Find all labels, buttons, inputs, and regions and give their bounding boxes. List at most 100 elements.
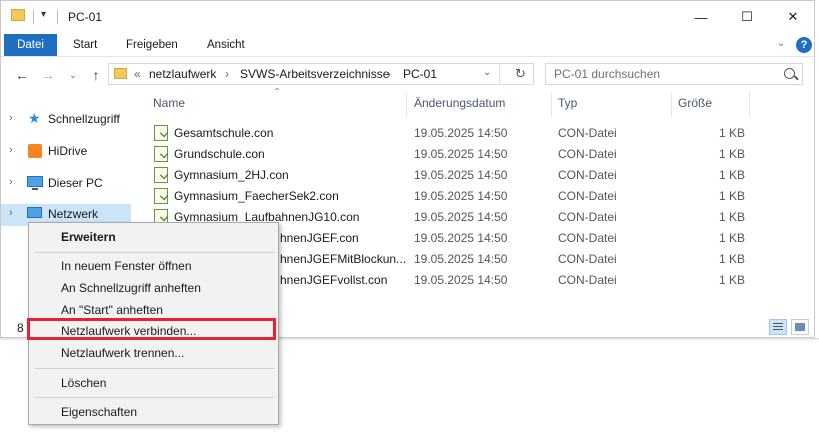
column-divider[interactable] xyxy=(749,93,750,117)
forward-arrow-icon[interactable]: → xyxy=(38,65,58,85)
file-size: 1 KB xyxy=(719,252,746,266)
breadcrumb-netzlaufwerk[interactable]: netzlaufwerk xyxy=(149,67,216,81)
computer-icon xyxy=(27,176,43,187)
column-header-date[interactable]: Änderungsdatum xyxy=(414,96,505,116)
file-size: 1 KB xyxy=(719,231,746,245)
con-file-icon xyxy=(154,167,168,183)
file-date: 19.05.2025 14:50 xyxy=(414,231,508,245)
large-icons-glyph xyxy=(795,323,805,331)
recent-locations-chevron-icon[interactable]: ⌄ xyxy=(63,65,83,85)
file-name: hnenJGEFvollst.con xyxy=(280,273,388,287)
file-size: 1 KB xyxy=(719,147,746,161)
file-name: Gymnasium_2HJ.con xyxy=(174,168,289,182)
column-header-type[interactable]: Typ xyxy=(558,96,577,116)
file-type: CON-Datei xyxy=(558,189,617,203)
expand-chevron-icon[interactable]: › xyxy=(9,207,13,219)
menu-separator xyxy=(35,368,274,369)
minimize-button[interactable]: — xyxy=(678,1,724,33)
divider xyxy=(57,10,58,24)
window-title: PC-01 xyxy=(68,10,103,24)
file-row[interactable]: Grundschule.con 19.05.2025 14:50 CON-Dat… xyxy=(149,144,749,165)
tab-freigeben[interactable]: Freigeben xyxy=(114,34,190,56)
back-arrow-icon[interactable]: ← xyxy=(12,65,32,85)
tab-ansicht[interactable]: Ansicht xyxy=(195,34,257,56)
menu-item-in-neuem-fenster[interactable]: In neuem Fenster öffnen xyxy=(61,259,192,273)
file-size: 1 KB xyxy=(719,210,746,224)
search-input[interactable]: PC-01 durchsuchen xyxy=(545,63,803,85)
hidrive-icon xyxy=(28,144,42,158)
menu-item-loeschen[interactable]: Löschen xyxy=(61,376,106,390)
file-size: 1 KB xyxy=(719,168,746,182)
menu-separator xyxy=(35,252,274,253)
file-name: hnenJGEF.con xyxy=(280,231,359,245)
ribbon-expand-chevron-icon[interactable]: ⌄ xyxy=(777,38,785,49)
close-button[interactable]: ✕ xyxy=(770,1,816,33)
file-row[interactable]: Gymnasium_2HJ.con 19.05.2025 14:50 CON-D… xyxy=(149,165,749,186)
file-date: 19.05.2025 14:50 xyxy=(414,210,508,224)
help-button[interactable]: ? xyxy=(796,37,812,53)
expand-chevron-icon[interactable]: › xyxy=(9,176,13,188)
expand-chevron-icon[interactable]: › xyxy=(9,112,13,124)
file-type: CON-Datei xyxy=(558,210,617,224)
network-icon xyxy=(27,207,42,218)
file-date: 19.05.2025 14:50 xyxy=(414,273,508,287)
address-dropdown-icon[interactable]: ⌄ xyxy=(483,67,491,78)
details-view-icon[interactable] xyxy=(769,319,787,335)
breadcrumb-separator[interactable]: › xyxy=(387,67,391,81)
item-count: 8 xyxy=(17,321,24,335)
menu-item-schnellzugriff-anheften[interactable]: An Schnellzugriff anheften xyxy=(61,281,201,295)
file-row[interactable]: Gesamtschule.con 19.05.2025 14:50 CON-Da… xyxy=(149,123,749,144)
column-divider[interactable] xyxy=(406,93,407,117)
tab-datei[interactable]: Datei xyxy=(4,34,57,56)
sidebar-item-hidrive[interactable]: › HiDrive xyxy=(1,141,131,163)
file-date: 19.05.2025 14:50 xyxy=(414,189,508,203)
file-date: 19.05.2025 14:50 xyxy=(414,168,508,182)
menu-item-eigenschaften[interactable]: Eigenschaften xyxy=(61,405,137,419)
search-icon xyxy=(784,68,795,79)
file-size: 1 KB xyxy=(719,273,746,287)
file-name: Gymnasium_FaecherSek2.con xyxy=(174,189,339,203)
con-file-icon xyxy=(154,188,168,204)
expand-chevron-icon[interactable]: › xyxy=(9,144,13,156)
file-row[interactable]: Gymnasium_FaecherSek2.con 19.05.2025 14:… xyxy=(149,186,749,207)
file-type: CON-Datei xyxy=(558,168,617,182)
sidebar-item-label: Schnellzugriff xyxy=(48,112,120,126)
column-divider[interactable] xyxy=(551,93,552,117)
menu-item-start-anheften[interactable]: An "Start" anheften xyxy=(61,303,163,317)
details-lines xyxy=(773,323,783,324)
file-type: CON-Datei xyxy=(558,231,617,245)
maximize-button[interactable]: ☐ xyxy=(724,1,770,33)
title-bar[interactable]: ▾ PC-01 — ☐ ✕ xyxy=(1,1,816,33)
sidebar-item-label: Dieser PC xyxy=(48,176,103,190)
tab-start[interactable]: Start xyxy=(61,34,109,56)
quick-access-dropdown-icon[interactable]: ▾ xyxy=(41,9,46,20)
up-arrow-icon[interactable]: ↑ xyxy=(86,65,106,85)
file-name: Gesamtschule.con xyxy=(174,126,274,140)
large-icons-view-icon[interactable] xyxy=(791,319,809,335)
column-divider[interactable] xyxy=(671,93,672,117)
sidebar-item-dieser-pc[interactable]: › Dieser PC xyxy=(1,173,131,195)
star-icon: ★ xyxy=(28,110,41,126)
column-header-name[interactable]: Name xyxy=(153,96,185,116)
breadcrumb-separator[interactable]: › xyxy=(225,67,229,81)
file-type: CON-Datei xyxy=(558,252,617,266)
column-header-size[interactable]: Größe xyxy=(678,96,712,116)
sort-ascending-icon: ⌃ xyxy=(273,87,282,98)
annotation-highlight-box xyxy=(27,318,276,340)
menu-item-netzlaufwerk-trennen[interactable]: Netzlaufwerk trennen... xyxy=(61,346,184,360)
breadcrumb-svws[interactable]: SVWS-Arbeitsverzeichnisse xyxy=(240,67,389,81)
divider xyxy=(499,64,500,84)
sidebar-item-label: HiDrive xyxy=(48,144,88,158)
con-file-icon xyxy=(154,146,168,162)
computer-icon-stand xyxy=(32,188,38,190)
sidebar-item-schnellzugriff[interactable]: › ★ Schnellzugriff xyxy=(1,109,131,131)
con-file-icon xyxy=(154,125,168,141)
file-name: hnenJGEFMitBlockun... xyxy=(280,252,407,266)
file-type: CON-Datei xyxy=(558,147,617,161)
menu-item-erweitern[interactable]: Erweitern xyxy=(61,230,116,244)
address-bar[interactable]: « netzlaufwerk › SVWS-Arbeitsverzeichnis… xyxy=(108,63,534,85)
file-size: 1 KB xyxy=(719,126,746,140)
breadcrumb-pc01[interactable]: PC-01 xyxy=(403,67,437,81)
breadcrumb-overflow[interactable]: « xyxy=(134,67,141,81)
refresh-icon[interactable]: ↻ xyxy=(515,66,526,82)
